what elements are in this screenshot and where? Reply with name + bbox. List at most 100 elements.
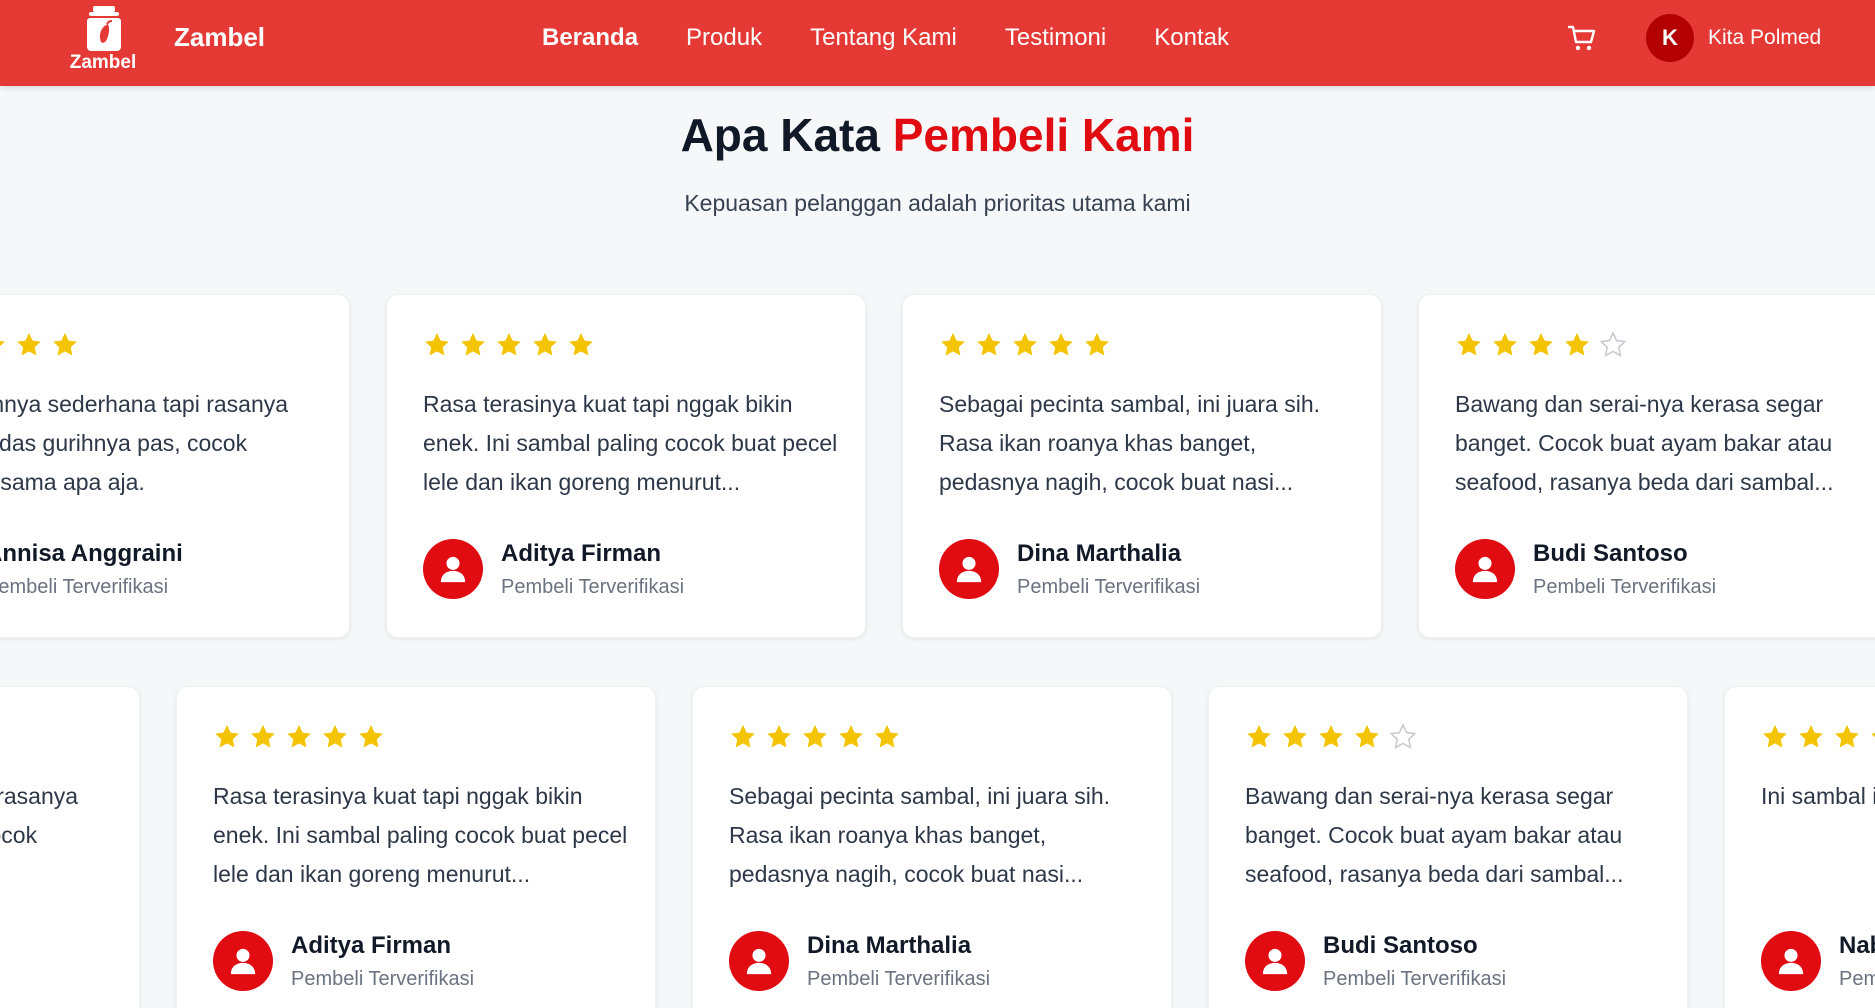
nav-link-testimoni[interactable]: Testimoni [1005, 24, 1106, 52]
star-filled-icon [53, 333, 77, 356]
star-filled-icon [323, 725, 347, 748]
title-main: Apa Kata [680, 109, 893, 161]
nav-link-produk[interactable]: Produk [686, 24, 762, 52]
testimonial-row-1: Kemasannya sederhana tapi rasanya juara.… [0, 294, 1875, 654]
review-text: Kemasannya sederhana tapi rasanya juara.… [0, 783, 79, 848]
star-filled-icon [1283, 725, 1307, 748]
star-filled-icon [1319, 725, 1343, 748]
reviewer-role: Pembeli Terverifikasi [0, 575, 169, 598]
star-filled-icon [569, 333, 593, 356]
reviewer: Dina Marthalia Pembeli Terverifikasi [939, 539, 1200, 599]
reviewer-name: Budi Santoso [1323, 931, 1478, 959]
star-filled-icon [1247, 725, 1271, 748]
star-filled-icon [533, 333, 557, 356]
reviewer-role: Pembeli Terverifikasi [501, 575, 685, 598]
star-filled-icon [767, 725, 791, 748]
nav-link-kontak[interactable]: Kontak [1154, 24, 1229, 52]
user-icon [1472, 556, 1498, 583]
logo[interactable]: Zambel [64, 4, 142, 74]
nav-link-tentang-kami[interactable]: Tentang Kami [810, 24, 957, 52]
star-filled-icon [17, 333, 41, 356]
star-filled-icon [287, 725, 311, 748]
star-filled-icon [1049, 333, 1073, 356]
reviewer-name: Budi Santoso [1533, 539, 1688, 567]
section-title: Apa Kata Pembeli Kami [0, 108, 1875, 162]
rating-stars [939, 331, 1119, 359]
user-icon [956, 556, 982, 583]
reviewer: Aditya Firman Pembeli Terverifikasi [423, 539, 684, 599]
reviewer-avatar [729, 931, 789, 991]
star-filled-icon [1565, 333, 1589, 356]
star-filled-icon [977, 333, 1001, 356]
star-filled-icon [1013, 333, 1037, 356]
reviewer-role: Pembeli Terverifikasi [1323, 967, 1507, 990]
star-filled-icon [839, 725, 863, 748]
reviewer-avatar [1455, 539, 1515, 599]
user-menu[interactable]: K Kita Polmed [1646, 14, 1821, 62]
rating-stars [1245, 723, 1425, 751]
review-text: Bawang dan serai-nya kerasa segar banget… [1245, 783, 1624, 887]
testimonial-card: Bawang dan serai-nya kerasa segar banget… [1208, 686, 1688, 1008]
reviewer: Annisa Anggraini Pembeli Terverifikasi [0, 539, 183, 599]
star-filled-icon [1493, 333, 1517, 356]
testimonial-card: Rasa terasinya kuat tapi nggak bikin ene… [176, 686, 656, 1008]
testimonial-card: Kemasannya sederhana tapi rasanya juara.… [0, 686, 140, 1008]
user-icon [1778, 948, 1804, 975]
brand-name[interactable]: Zambel [174, 22, 265, 53]
reviewer-avatar [1245, 931, 1305, 991]
star-filled-icon [875, 725, 899, 748]
rating-stars [1455, 331, 1635, 359]
nav-links: Beranda Produk Tentang Kami Testimoni Ko… [542, 24, 1277, 52]
sambal-jar-icon [87, 6, 121, 51]
reviewer-role: Pem [1839, 967, 1875, 990]
star-filled-icon [1871, 733, 1875, 738]
star-filled-icon [941, 333, 965, 356]
reviewer-info: Budi Santoso Pembeli Terverifikasi [1533, 540, 1716, 599]
user-icon [1262, 948, 1288, 975]
star-filled-icon [497, 333, 521, 356]
review-text: Rasa terasinya kuat tapi nggak bikin ene… [213, 783, 628, 887]
testimonial-row-2: Kemasannya sederhana tapi rasanya juara.… [0, 686, 1875, 1008]
star-filled-icon [461, 333, 485, 356]
star-empty-icon [1599, 331, 1627, 358]
review-text: Sebagai pecinta sambal, ini juara sih. R… [729, 783, 1111, 887]
reviewer-info: Dina Marthalia Pembeli Terverifikasi [807, 932, 990, 991]
star-filled-icon [731, 725, 755, 748]
reviewer: Dina Marthalia Pembeli Terverifikasi [729, 931, 990, 991]
reviewer-info: Budi Santoso Pembeli Terverifikasi [1323, 932, 1506, 991]
reviewer-role: Pembeli Terverifikasi [291, 967, 475, 990]
reviewer-info: Dina Marthalia Pembeli Terverifikasi [1017, 540, 1200, 599]
star-filled-icon [1085, 333, 1109, 356]
section-subtitle: Kepuasan pelanggan adalah prioritas utam… [684, 190, 1191, 216]
star-filled-icon [251, 725, 275, 748]
testimonial-card: Rasa terasinya kuat tapi nggak bikin ene… [386, 294, 866, 638]
star-filled-icon [1355, 725, 1379, 748]
reviewer: Budi Santoso Pembeli Terverifikasi [1245, 931, 1506, 991]
nav-link-beranda[interactable]: Beranda [542, 24, 638, 52]
reviewer-avatar [213, 931, 273, 991]
title-accent: Pembeli Kami [892, 109, 1195, 161]
reviewer: Aditya Firman Pembeli Terverifikasi [213, 931, 474, 991]
reviewer-name: Aditya Firman [501, 539, 662, 567]
star-filled-icon [425, 333, 449, 356]
testimonial-card: Kemasannya sederhana tapi rasanya juara.… [0, 294, 350, 638]
review-text: Sebagai pecinta sambal, ini juara sih. R… [939, 391, 1321, 495]
review-text: Ini sambal ini. Aroma juga nenda [1761, 783, 1875, 809]
star-filled-icon [1835, 725, 1859, 748]
rating-stars [729, 723, 909, 751]
review-text: Kemasannya sederhana tapi rasanya juara.… [0, 391, 289, 495]
cart-icon[interactable] [1566, 22, 1598, 54]
reviewer-name: Dina Marthalia [1017, 539, 1182, 567]
reviewer: Nab Pem [1761, 931, 1875, 991]
rating-stars [213, 723, 393, 751]
testimonial-card: Ini sambal ini. Aroma juga nenda Nab Pem [1724, 686, 1875, 1008]
rating-stars [0, 331, 87, 359]
reviewer-avatar [1761, 931, 1821, 991]
testimonial-card: Bawang dan serai-nya kerasa segar banget… [1418, 294, 1875, 638]
testimonial-card: Sebagai pecinta sambal, ini juara sih. R… [902, 294, 1382, 638]
reviewer-name: Dina Marthalia [807, 931, 972, 959]
star-empty-icon [1389, 723, 1417, 750]
reviewer-name: Annisa Anggraini [0, 539, 183, 567]
reviewer-info: Aditya Firman Pembeli Terverifikasi [501, 540, 684, 599]
review-text: Bawang dan serai-nya kerasa segar banget… [1455, 391, 1834, 495]
